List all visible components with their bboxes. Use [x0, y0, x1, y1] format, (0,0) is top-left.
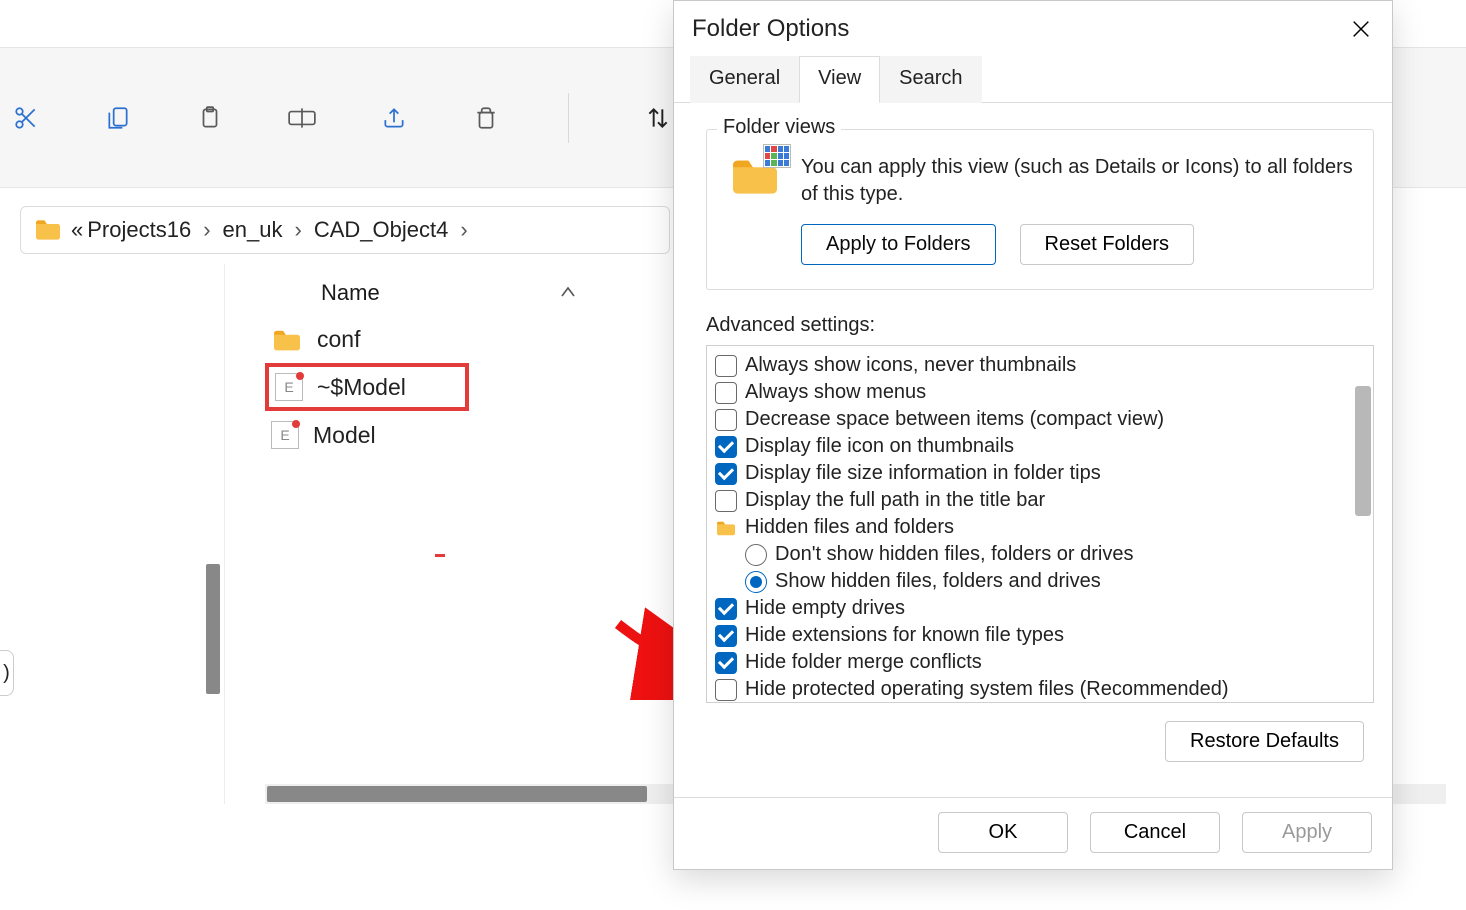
apply-to-folders-button[interactable]: Apply to Folders: [801, 224, 996, 265]
tab-search[interactable]: Search: [880, 56, 981, 103]
file-name: Model: [313, 422, 376, 449]
column-header-label: Name: [321, 280, 380, 306]
setting-item[interactable]: Display the full path in the title bar: [715, 487, 1365, 514]
checkbox[interactable]: [715, 490, 737, 512]
crumb-item[interactable]: en_uk: [223, 217, 283, 243]
cad-file-icon: E: [271, 421, 299, 449]
setting-item[interactable]: Decrease space between items (compact vi…: [715, 406, 1365, 433]
close-button[interactable]: [1348, 16, 1374, 42]
copy-icon[interactable]: [102, 102, 134, 134]
delete-icon[interactable]: [470, 102, 502, 134]
handle-glyph: ): [3, 662, 10, 685]
dialog-titlebar: Folder Options: [674, 1, 1392, 55]
setting-item[interactable]: Always show menus: [715, 379, 1365, 406]
chevron-right-icon: ›: [195, 217, 218, 243]
setting-label: Hide folder merge conflicts: [745, 651, 982, 674]
dialog-title: Folder Options: [692, 15, 849, 43]
crumb-item[interactable]: CAD_Object4: [314, 217, 449, 243]
setting-label: Always show icons, never thumbnails: [745, 354, 1076, 377]
file-row[interactable]: E ~$Model: [265, 363, 469, 411]
setting-label: Decrease space between items (compact vi…: [745, 408, 1164, 431]
checkbox[interactable]: [715, 625, 737, 647]
setting-item[interactable]: Hide empty drives: [715, 595, 1365, 622]
toolbar-separator: [568, 93, 569, 143]
settings-scrollbar[interactable]: [1355, 386, 1371, 516]
setting-item[interactable]: Display file icon on thumbnails: [715, 433, 1365, 460]
setting-label: Always show menus: [745, 381, 926, 404]
setting-label: Don't show hidden files, folders or driv…: [775, 543, 1133, 566]
folder-views-legend: Folder views: [717, 116, 841, 139]
radio[interactable]: [745, 571, 767, 593]
folder-views-text: You can apply this view (such as Details…: [801, 154, 1353, 208]
file-name: ~$Model: [317, 374, 406, 401]
checkbox[interactable]: [715, 598, 737, 620]
restore-defaults-button[interactable]: Restore Defaults: [1165, 721, 1364, 762]
setting-item[interactable]: Don't show hidden files, folders or driv…: [715, 541, 1365, 568]
checkbox[interactable]: [715, 652, 737, 674]
breadcrumb: « Projects16 › en_uk › CAD_Object4 ›: [71, 217, 476, 243]
checkbox[interactable]: [715, 409, 737, 431]
tab-strip: General View Search: [674, 55, 1392, 103]
setting-label: Hide extensions for known file types: [745, 624, 1064, 647]
sort-asc-icon: [560, 286, 576, 298]
radio[interactable]: [745, 544, 767, 566]
chevron-right-icon: ›: [452, 217, 475, 243]
nav-collapse-handle[interactable]: ): [0, 650, 14, 696]
folder-icon: [33, 218, 63, 242]
crumb-prefix: «: [71, 217, 83, 243]
crumb-item[interactable]: Projects16: [87, 217, 191, 243]
cut-icon[interactable]: [10, 102, 42, 134]
checkbox[interactable]: [715, 382, 737, 404]
folder-views-group: Folder views You can apply this view (su…: [706, 129, 1374, 290]
file-name: conf: [317, 326, 360, 353]
tab-general[interactable]: General: [690, 56, 799, 103]
setting-label: Hide protected operating system files (R…: [745, 678, 1229, 701]
checkbox[interactable]: [715, 463, 737, 485]
reset-folders-button[interactable]: Reset Folders: [1020, 224, 1195, 265]
setting-label: Hidden files and folders: [745, 516, 954, 539]
nav-scrollbar[interactable]: [204, 564, 224, 694]
advanced-settings-label: Advanced settings:: [706, 314, 1392, 337]
setting-item[interactable]: Show hidden files, folders and drives: [715, 568, 1365, 595]
ok-button[interactable]: OK: [938, 812, 1068, 853]
share-icon[interactable]: [378, 102, 410, 134]
setting-item[interactable]: Hide folder merge conflicts: [715, 649, 1365, 676]
nav-pane: ): [0, 264, 225, 804]
file-row[interactable]: conf: [265, 316, 565, 363]
cad-file-icon: E: [275, 373, 303, 401]
annotation-mark: [435, 554, 445, 557]
checkbox[interactable]: [715, 436, 737, 458]
setting-label: Show hidden files, folders and drives: [775, 570, 1101, 593]
advanced-settings-list[interactable]: Always show icons, never thumbnails Alway…: [706, 345, 1374, 703]
chevron-right-icon: ›: [286, 217, 309, 243]
rename-icon[interactable]: [286, 102, 318, 134]
setting-item[interactable]: Hide protected operating system files (R…: [715, 676, 1365, 703]
folder-icon: [271, 327, 303, 353]
folder-views-icon: [727, 154, 783, 198]
setting-label: Display the full path in the title bar: [745, 489, 1045, 512]
file-row[interactable]: E Model: [265, 411, 565, 459]
setting-item[interactable]: Hide extensions for known file types: [715, 622, 1365, 649]
folder-icon: [715, 519, 737, 537]
checkbox[interactable]: [715, 355, 737, 377]
cancel-button[interactable]: Cancel: [1090, 812, 1220, 853]
breadcrumb-bar[interactable]: « Projects16 › en_uk › CAD_Object4 ›: [20, 206, 670, 254]
dialog-footer: OK Cancel Apply: [674, 797, 1392, 869]
tab-view[interactable]: View: [799, 56, 880, 103]
paste-icon[interactable]: [194, 102, 226, 134]
setting-label: Display file icon on thumbnails: [745, 435, 1014, 458]
checkbox[interactable]: [715, 679, 737, 701]
setting-item: Hidden files and folders: [715, 514, 1365, 541]
setting-label: Hide empty drives: [745, 597, 905, 620]
apply-button[interactable]: Apply: [1242, 812, 1372, 853]
setting-item[interactable]: Display file size information in folder …: [715, 460, 1365, 487]
setting-item[interactable]: Always show icons, never thumbnails: [715, 352, 1365, 379]
folder-options-dialog: Folder Options General View Search Folde…: [673, 0, 1393, 870]
setting-label: Display file size information in folder …: [745, 462, 1101, 485]
